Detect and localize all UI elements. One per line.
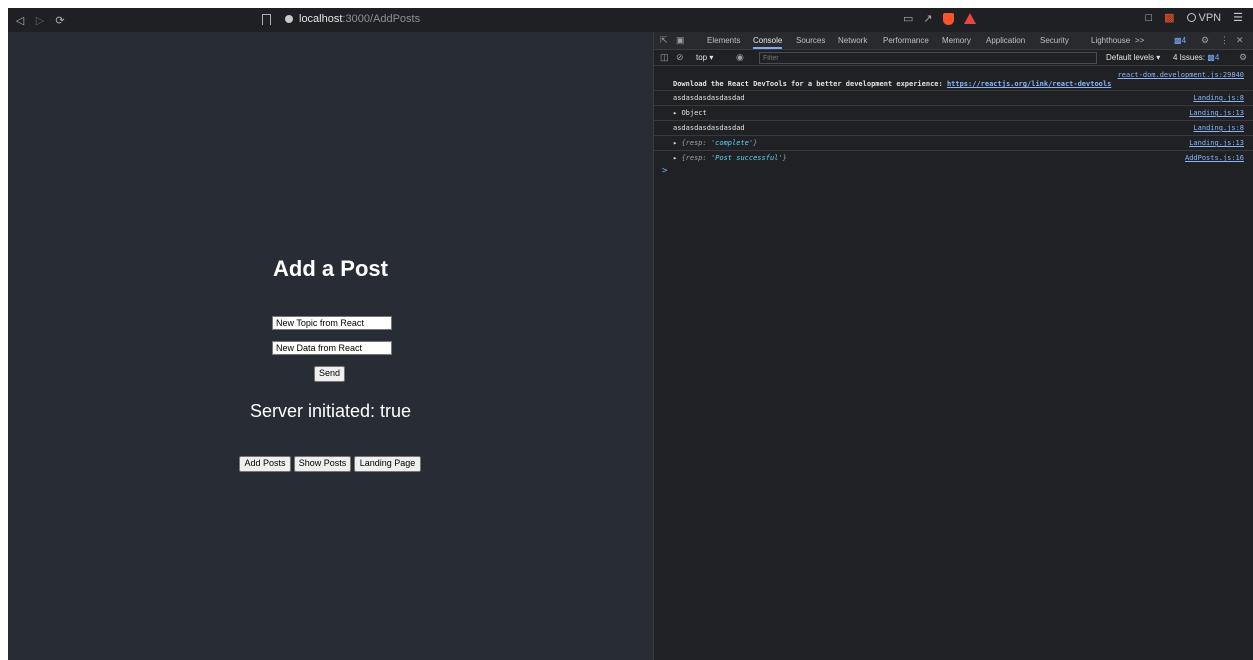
more-options-icon[interactable]: ⋮ [1220, 35, 1229, 46]
console-source-link[interactable]: Landing.js:8 [1193, 94, 1244, 102]
send-button[interactable]: Send [314, 366, 345, 382]
console-row: asdasdasdasdasdad Landing.js:8 [654, 121, 1253, 136]
console-message: ▸ {resp: 'complete'} [673, 139, 758, 147]
tab-console[interactable]: Console [753, 36, 783, 49]
context-selector[interactable]: top ▾ [696, 53, 713, 62]
device-toolbar-icon[interactable]: ▣ [676, 35, 685, 46]
console-row[interactable]: ▸ {resp: 'Post successful'} AddPosts.js:… [654, 151, 1253, 165]
console-message: ▸ Object [673, 109, 707, 117]
brave-rewards-icon[interactable] [963, 13, 976, 24]
show-posts-button[interactable]: Show Posts [294, 456, 351, 472]
console-message: ▸ {resp: 'Post successful'} [673, 154, 787, 162]
tab-sources[interactable]: Sources [796, 36, 825, 45]
tab-performance[interactable]: Performance [883, 36, 929, 45]
console-message: asdasdasdasdasdad [673, 94, 745, 102]
page-title: Add a Post [273, 256, 388, 281]
sidebar-toggle-icon[interactable]: ◫ [660, 52, 669, 63]
default-levels-dropdown[interactable]: Default levels ▾ [1106, 53, 1160, 62]
expand-arrow-icon[interactable]: ▸ [673, 109, 677, 117]
dropdown-icon: ▾ [709, 53, 714, 62]
brave-shields-icon[interactable] [942, 12, 954, 25]
menu-icon[interactable]: ☰ [1233, 11, 1243, 24]
console-source-link[interactable]: react-dom.development.js:29840 [1118, 71, 1244, 79]
devtools-link[interactable]: https://reactjs.org/link/react-devtools [947, 80, 1111, 88]
vpn-icon [1186, 13, 1196, 22]
expand-arrow-icon[interactable]: ▸ [673, 139, 677, 147]
back-icon[interactable]: ◁ [12, 14, 28, 27]
topic-input[interactable] [272, 316, 392, 330]
close-icon[interactable]: ✕ [1236, 35, 1244, 46]
site-info-icon[interactable] [285, 15, 293, 23]
cast-icon[interactable]: ▭ [903, 12, 913, 25]
page-viewport: Add a Post Send Server initiated: true A… [8, 32, 653, 660]
server-status: Server initiated: true [249, 401, 412, 421]
message-count-badge[interactable]: ▩4 [1174, 36, 1186, 45]
console-toolbar: ◫ ⊘ top ▾ ◉ Default levels ▾ 4 Issues: ▩… [654, 50, 1253, 66]
vpn-label: VPN [1198, 11, 1222, 24]
url-host: localhost [299, 13, 343, 25]
landing-page-button[interactable]: Landing Page [354, 456, 421, 472]
share-icon[interactable]: ↗ [923, 12, 932, 25]
console-row[interactable]: ▸ {resp: 'complete'} Landing.js:13 [654, 136, 1253, 151]
browser-toolbar: ◁ ▷ ⟳ localhost:3000/AddPosts ▭ ↗ □ ▩ VP… [8, 8, 1253, 32]
settings-icon[interactable]: ⚙ [1201, 35, 1209, 46]
console-log: react-dom.development.js:29840 Download … [654, 68, 1253, 179]
address-bar[interactable]: localhost:3000/AddPosts [285, 13, 420, 25]
more-tabs-button[interactable]: >> [1135, 36, 1144, 45]
devtools-tab-bar: ⇱ ▣ Elements Console Sources Network Per… [654, 32, 1253, 50]
message-icon: ▩ [1174, 36, 1182, 45]
sidebar-icon[interactable]: □ [1145, 12, 1152, 24]
object-value: 'Post successful' [710, 154, 783, 162]
issues-count: 4 [1214, 53, 1220, 62]
live-expression-icon[interactable]: ◉ [736, 52, 744, 63]
issues-icon: ▩ [1207, 53, 1215, 62]
clear-console-icon[interactable]: ⊘ [676, 52, 684, 63]
inspect-element-icon[interactable]: ⇱ [660, 35, 668, 46]
object-key: resp [685, 139, 703, 147]
url-path: :3000/AddPosts [342, 13, 421, 25]
devtools-panel: ⇱ ▣ Elements Console Sources Network Per… [653, 32, 1253, 660]
object-label: Object [681, 109, 707, 117]
console-message: Download the React DevTools for a better… [673, 80, 1111, 88]
tab-security[interactable]: Security [1040, 36, 1069, 45]
console-row: react-dom.development.js:29840 Download … [654, 68, 1253, 91]
tab-network[interactable]: Network [838, 36, 867, 45]
default-levels-label: Default levels [1106, 53, 1155, 62]
tab-lighthouse[interactable]: Lighthouse [1091, 36, 1130, 45]
add-posts-button[interactable]: Add Posts [239, 456, 291, 472]
wallet-icon[interactable]: ▩ [1164, 11, 1174, 24]
console-source-link[interactable]: Landing.js:13 [1189, 109, 1244, 117]
console-filter-input[interactable] [759, 52, 1097, 64]
console-prompt-row[interactable]: > [654, 165, 1253, 179]
console-prompt[interactable]: > [662, 166, 667, 176]
object-key: resp [685, 154, 703, 162]
dropdown-icon: ▾ [1156, 53, 1161, 62]
expand-arrow-icon[interactable]: ▸ [673, 154, 677, 162]
console-source-link[interactable]: Landing.js:8 [1193, 124, 1244, 132]
console-message: asdasdasdasdasdad [673, 124, 745, 132]
issues-button[interactable]: 4 Issues: ▩4 [1173, 53, 1219, 62]
forward-icon[interactable]: ▷ [32, 14, 48, 27]
tab-elements[interactable]: Elements [707, 36, 740, 45]
bookmark-icon[interactable] [262, 14, 271, 25]
browser-right-tools: □ ▩ VPN ☰ [1145, 11, 1243, 25]
context-label: top [696, 53, 708, 62]
object-value: 'complete' [710, 139, 754, 147]
extension-tools: ▭ ↗ [903, 12, 976, 25]
reload-icon[interactable]: ⟳ [52, 14, 68, 27]
console-source-link[interactable]: AddPosts.js:16 [1185, 154, 1244, 162]
vpn-button[interactable]: VPN [1186, 11, 1222, 24]
console-row: asdasdasdasdasdad Landing.js:8 [654, 91, 1253, 106]
issues-label: 4 Issues: [1173, 53, 1206, 62]
devtools-message-text: Download the React DevTools for a better… [673, 80, 947, 88]
data-input[interactable] [272, 341, 392, 355]
message-count: 4 [1181, 36, 1187, 45]
tab-memory[interactable]: Memory [942, 36, 971, 45]
console-source-link[interactable]: Landing.js:13 [1189, 139, 1244, 147]
console-row[interactable]: ▸ Object Landing.js:13 [654, 106, 1253, 121]
console-settings-icon[interactable]: ⚙ [1239, 52, 1247, 63]
tab-application[interactable]: Application [986, 36, 1025, 45]
